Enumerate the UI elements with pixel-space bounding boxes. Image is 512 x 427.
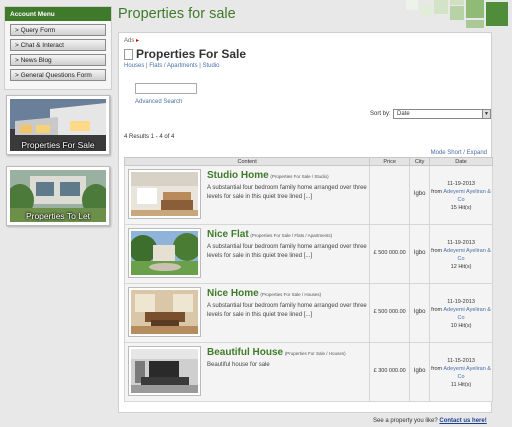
date-value: 11-19-2013 <box>447 240 475 246</box>
date-cell: 11-19-2013 from Adeyemi Ayeliran & Co 15… <box>429 165 493 225</box>
search-input[interactable] <box>135 83 197 94</box>
hits-count: 12 Hit(s) <box>450 264 472 270</box>
date-cell: 11-19-2013 from Adeyemi Ayeliran & Co 10… <box>429 283 493 343</box>
column-header-content: Content <box>123 157 371 166</box>
property-category: (Properties For Sale / Houses) <box>284 351 346 356</box>
column-header-city: City <box>409 157 431 166</box>
agent-link[interactable]: Adeyemi Ayeliran & Co <box>443 189 491 203</box>
list-title: Properties For Sale <box>136 47 247 61</box>
date-cell: 11-19-2013 from Adeyemi Ayeliran & Co 12… <box>429 224 493 284</box>
main-area: Properties for sale Ads ▸ Properties For… <box>118 0 512 427</box>
menu-item-chat-interact[interactable]: > Chat & Interact <box>10 39 106 51</box>
banner-properties-for-sale[interactable]: Properties For Sale <box>6 95 110 155</box>
date-value: 11-19-2013 <box>447 299 475 305</box>
sort-value: Date <box>397 111 410 117</box>
hits-count: 15 Hit(s) <box>450 205 472 211</box>
breadcrumb: Ads ▸ <box>124 37 139 44</box>
category-links[interactable]: Houses | Flats / Apartments | Studio <box>124 63 220 69</box>
price-cell: £ 500 000.00 <box>369 283 411 343</box>
table-row: Beautiful House (Properties For Sale / H… <box>123 342 493 402</box>
table-row: Nice Flat (Properties For Sale / Flats /… <box>123 224 493 284</box>
date-value: 11-19-2013 <box>447 181 475 187</box>
date-value: 11-15-2013 <box>447 358 475 364</box>
menu-item-query-form[interactable]: > Query Form <box>10 24 106 36</box>
agent-link[interactable]: Adeyemi Ayeliran & Co <box>443 366 491 380</box>
advanced-search-link[interactable]: Advanced Search <box>135 99 182 105</box>
modern-house-image: Properties For Sale <box>10 99 106 151</box>
breadcrumb-arrow-icon: ▸ <box>136 38 140 44</box>
contact-link[interactable]: Contact us here! <box>439 418 486 424</box>
property-title-link[interactable]: Studio Home <box>207 170 269 181</box>
price-cell: £ 500 000.00 <box>369 224 411 284</box>
city-cell: Igbo <box>409 165 431 225</box>
property-thumbnail[interactable] <box>128 228 201 278</box>
property-description: A substantial four bedroom family home a… <box>207 244 367 259</box>
city-cell: Igbo <box>409 342 431 402</box>
hits-count: 10 Hit(s) <box>450 323 472 329</box>
document-icon <box>124 49 133 60</box>
property-description: A substantial four bedroom family home a… <box>207 303 367 318</box>
property-title-link[interactable]: Beautiful House <box>207 347 283 358</box>
from-label: from <box>431 189 443 195</box>
content-cell: Nice Home (Properties For Sale / Houses)… <box>123 283 371 343</box>
sort-select[interactable]: Date ▼ <box>393 109 491 119</box>
page-title: Properties for sale <box>118 6 236 22</box>
property-category: (Properties For Sale / Flats / Apartment… <box>250 233 333 238</box>
menu-item-general-questions[interactable]: > General Questions Form <box>10 69 106 81</box>
account-menu: Account Menu > Query Form > Chat & Inter… <box>4 6 112 90</box>
table-row: Studio Home (Properties For Sale / Studi… <box>123 165 493 225</box>
property-description: Beautiful house for sale <box>207 362 270 368</box>
price-cell <box>369 165 411 225</box>
mode-toggle[interactable]: Mode Short / Expand <box>431 150 487 156</box>
from-label: from <box>431 366 443 372</box>
column-header-price: Price <box>369 157 411 166</box>
breadcrumb-ads[interactable]: Ads <box>124 38 134 44</box>
footer-note: See a property you like? Contact us here… <box>373 418 487 424</box>
agent-link[interactable]: Adeyemi Ayeliran & Co <box>443 307 491 321</box>
city-cell: Igbo <box>409 224 431 284</box>
content-panel: Ads ▸ Properties For Sale Houses | Flats… <box>118 32 493 413</box>
listing-table: Content Price City Date Studio Home (Pro… <box>123 157 493 402</box>
property-thumbnail[interactable] <box>128 287 201 337</box>
content-cell: Nice Flat (Properties For Sale / Flats /… <box>123 224 371 284</box>
results-count: 4 Results 1 - 4 of 4 <box>124 134 175 140</box>
garden-house-image: Properties To Let <box>10 170 106 222</box>
property-category: (Properties For Sale / Houses) <box>260 292 322 297</box>
sort-label: Sort by: <box>370 111 391 117</box>
price-cell: £ 300 000.00 <box>369 342 411 402</box>
agent-link[interactable]: Adeyemi Ayeliran & Co <box>443 248 491 262</box>
sidebar: Account Menu > Query Form > Chat & Inter… <box>4 6 112 227</box>
header-decoration <box>398 0 508 28</box>
property-category: (Properties For Sale / Studio) <box>270 174 329 179</box>
banner-properties-to-let[interactable]: Properties To Let <box>6 166 110 226</box>
content-cell: Beautiful House (Properties For Sale / H… <box>123 342 371 402</box>
property-thumbnail[interactable] <box>128 169 201 219</box>
content-cell: Studio Home (Properties For Sale / Studi… <box>123 165 371 225</box>
property-thumbnail[interactable] <box>128 346 201 396</box>
property-title-link[interactable]: Nice Flat <box>207 229 249 240</box>
hits-count: 11 Hit(s) <box>450 382 472 388</box>
menu-item-news-blog[interactable]: > News Blog <box>10 54 106 66</box>
chevron-down-icon: ▼ <box>482 110 490 118</box>
city-cell: Igbo <box>409 283 431 343</box>
from-label: from <box>431 307 443 313</box>
date-cell: 11-15-2013 from Adeyemi Ayeliran & Co 11… <box>429 342 493 402</box>
footer-question: See a property you like? <box>373 418 438 424</box>
table-row: Nice Home (Properties For Sale / Houses)… <box>123 283 493 343</box>
property-title-link[interactable]: Nice Home <box>207 288 259 299</box>
account-menu-title: Account Menu <box>5 7 111 21</box>
property-description: A substantial four bedroom family home a… <box>207 185 367 200</box>
column-header-date: Date <box>429 157 493 166</box>
from-label: from <box>431 248 443 254</box>
